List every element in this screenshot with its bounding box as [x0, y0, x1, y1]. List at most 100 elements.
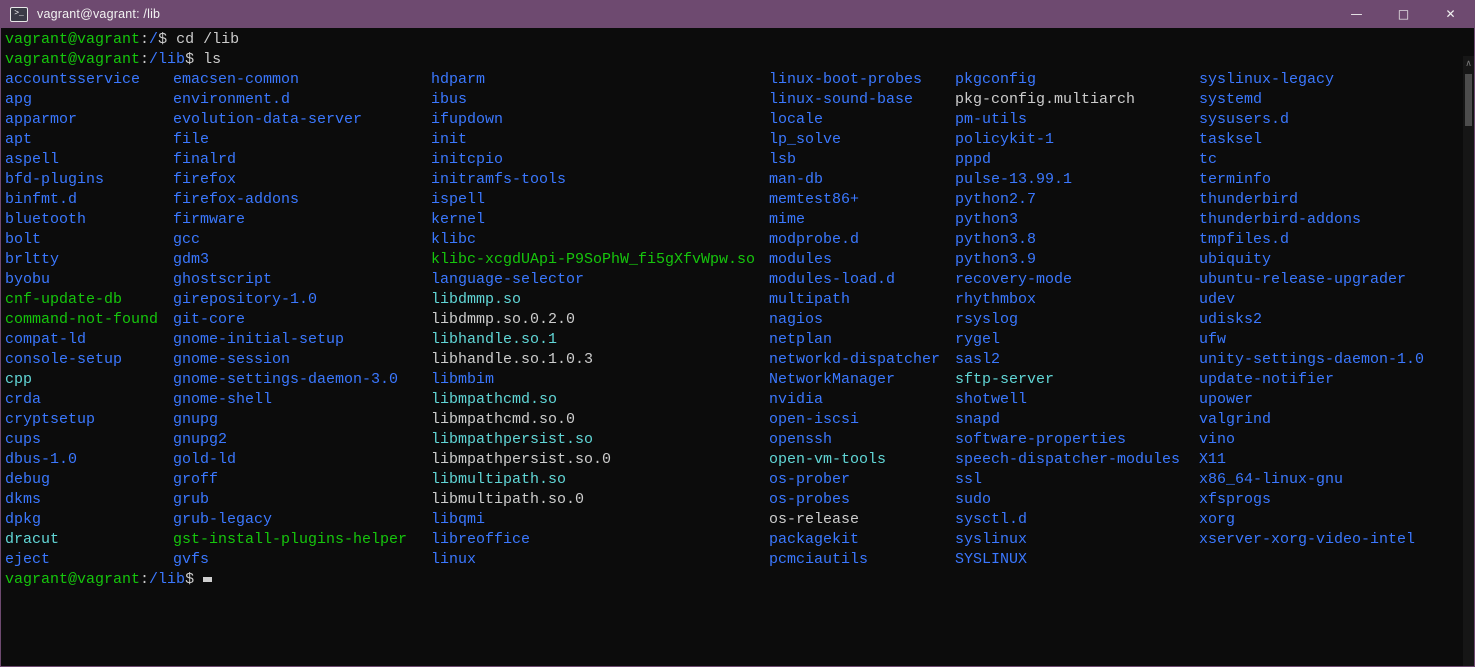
- file-entry: unity-settings-daemon-1.0: [1199, 350, 1424, 370]
- file-entry: gnupg: [173, 410, 407, 430]
- powershell-icon: >_: [10, 7, 28, 22]
- file-entry: emacsen-common: [173, 70, 407, 90]
- maximize-button[interactable]: □: [1380, 0, 1427, 28]
- file-entry: apg: [5, 90, 158, 110]
- file-entry: libmultipath.so: [431, 470, 755, 490]
- file-entry: pkgconfig: [955, 70, 1180, 90]
- file-entry: libmpathpersist.so: [431, 430, 755, 450]
- file-entry: pulse-13.99.1: [955, 170, 1180, 190]
- file-entry: os-prober: [769, 470, 940, 490]
- file-entry: sudo: [955, 490, 1180, 510]
- file-entry: dkms: [5, 490, 158, 510]
- file-entry: debug: [5, 470, 158, 490]
- title-bar[interactable]: >_ vagrant@vagrant: /lib — □ ✕: [1, 0, 1474, 28]
- text-cursor: [203, 577, 212, 582]
- file-entry: terminfo: [1199, 170, 1424, 190]
- prompt-path: /: [149, 31, 158, 48]
- file-entry: girepository-1.0: [173, 290, 407, 310]
- file-entry: apparmor: [5, 110, 158, 130]
- file-entry: initcpio: [431, 150, 755, 170]
- file-entry: pppd: [955, 150, 1180, 170]
- file-entry: software-properties: [955, 430, 1180, 450]
- file-entry: xserver-xorg-video-intel: [1199, 530, 1424, 550]
- file-entry: environment.d: [173, 90, 407, 110]
- file-entry: os-probes: [769, 490, 940, 510]
- file-entry: ssl: [955, 470, 1180, 490]
- file-entry: valgrind: [1199, 410, 1424, 430]
- file-entry: libmpathpersist.so.0: [431, 450, 755, 470]
- file-entry: gnupg2: [173, 430, 407, 450]
- file-entry: libqmi: [431, 510, 755, 530]
- file-entry: rygel: [955, 330, 1180, 350]
- file-entry: gnome-session: [173, 350, 407, 370]
- file-entry: linux-boot-probes: [769, 70, 940, 90]
- file-entry: klibc-xcgdUApi-P9SoPhW_fi5gXfvWpw.so: [431, 250, 755, 270]
- file-entry: eject: [5, 550, 158, 570]
- file-entry: libmultipath.so.0: [431, 490, 755, 510]
- prompt-colon: :: [140, 51, 149, 68]
- window-controls: — □ ✕: [1333, 0, 1474, 28]
- file-entry: grub-legacy: [173, 510, 407, 530]
- scrollbar[interactable]: ∧: [1463, 56, 1474, 666]
- file-entry: python2.7: [955, 190, 1180, 210]
- file-entry: locale: [769, 110, 940, 130]
- file-entry: X11: [1199, 450, 1424, 470]
- file-entry: file: [173, 130, 407, 150]
- file-entry: packagekit: [769, 530, 940, 550]
- prompt-line-cd: vagrant@vagrant:/$ cd /lib: [5, 30, 239, 50]
- file-entry: evolution-data-server: [173, 110, 407, 130]
- file-entry: lp_solve: [769, 130, 940, 150]
- file-entry: cryptsetup: [5, 410, 158, 430]
- file-entry: tasksel: [1199, 130, 1424, 150]
- file-entry: libmpathcmd.so.0: [431, 410, 755, 430]
- file-entry: firmware: [173, 210, 407, 230]
- listing-column: linux-boot-probeslinux-sound-baselocalel…: [769, 70, 940, 570]
- file-entry: klibc: [431, 230, 755, 250]
- scrollbar-thumb[interactable]: [1465, 74, 1472, 126]
- file-entry: bolt: [5, 230, 158, 250]
- file-entry: policykit-1: [955, 130, 1180, 150]
- file-entry: libmbim: [431, 370, 755, 390]
- file-entry: ubuntu-release-upgrader: [1199, 270, 1424, 290]
- command-text: cd /lib: [167, 31, 239, 48]
- file-entry: update-notifier: [1199, 370, 1424, 390]
- file-entry: recovery-mode: [955, 270, 1180, 290]
- terminal-content[interactable]: vagrant@vagrant:/$ cd /lib vagrant@vagra…: [1, 28, 1474, 666]
- file-entry: cups: [5, 430, 158, 450]
- scroll-up-arrow-icon[interactable]: ∧: [1463, 58, 1474, 70]
- file-entry: gdm3: [173, 250, 407, 270]
- file-entry: modules-load.d: [769, 270, 940, 290]
- file-entry: ghostscript: [173, 270, 407, 290]
- file-entry: multipath: [769, 290, 940, 310]
- close-button[interactable]: ✕: [1427, 0, 1474, 28]
- prompt-path: /lib: [149, 571, 185, 588]
- file-entry: tmpfiles.d: [1199, 230, 1424, 250]
- file-entry: lsb: [769, 150, 940, 170]
- file-entry: sftp-server: [955, 370, 1180, 390]
- file-entry: git-core: [173, 310, 407, 330]
- file-entry: command-not-found: [5, 310, 158, 330]
- file-entry: pcmciautils: [769, 550, 940, 570]
- file-entry: gold-ld: [173, 450, 407, 470]
- prompt-path: /lib: [149, 51, 185, 68]
- file-entry: pm-utils: [955, 110, 1180, 130]
- file-entry: xfsprogs: [1199, 490, 1424, 510]
- file-entry: python3: [955, 210, 1180, 230]
- file-entry: openssh: [769, 430, 940, 450]
- file-entry: open-iscsi: [769, 410, 940, 430]
- prompt-colon: :: [140, 31, 149, 48]
- file-entry: networkd-dispatcher: [769, 350, 940, 370]
- file-entry: rsyslog: [955, 310, 1180, 330]
- minimize-button[interactable]: —: [1333, 0, 1380, 28]
- file-entry: libdmmp.so.0.2.0: [431, 310, 755, 330]
- file-entry: xorg: [1199, 510, 1424, 530]
- file-entry: thunderbird-addons: [1199, 210, 1424, 230]
- prompt-line-current: vagrant@vagrant:/lib$: [5, 570, 212, 590]
- file-entry: finalrd: [173, 150, 407, 170]
- file-entry: brltty: [5, 250, 158, 270]
- listing-column: accountsserviceapgapparmoraptaspellbfd-p…: [5, 70, 158, 570]
- file-entry: rhythmbox: [955, 290, 1180, 310]
- file-entry: snapd: [955, 410, 1180, 430]
- file-entry: cpp: [5, 370, 158, 390]
- file-entry: NetworkManager: [769, 370, 940, 390]
